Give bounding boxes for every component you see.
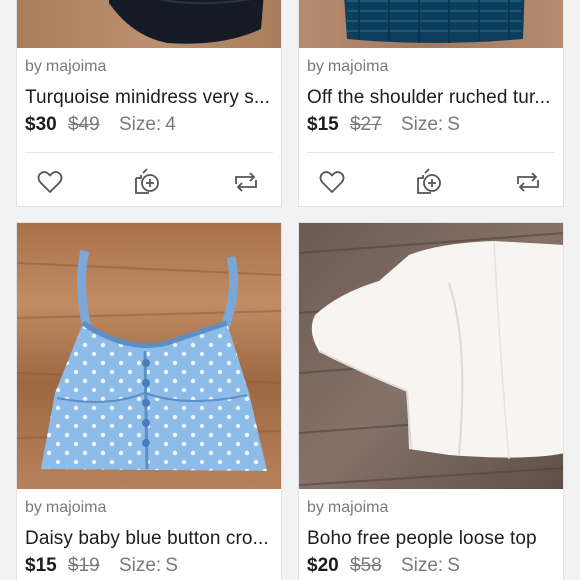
action-bar [299,153,563,206]
heart-outline-icon [37,171,63,193]
size-info: Size: S [119,555,178,576]
share-button[interactable] [231,167,261,197]
like-button[interactable] [317,167,347,197]
listing-card[interactable]: by majoima Turquoise minidress very s... … [16,0,282,207]
seller-name[interactable]: by majoima [25,499,273,519]
seller-username[interactable]: majoima [46,58,106,75]
listing-title[interactable]: Daisy baby blue button cro... [25,528,273,552]
white-loose-top-photo [299,223,563,489]
listing-image[interactable] [299,223,563,489]
listing-image[interactable] [17,223,281,489]
seller-prefix: by [307,58,324,75]
price-row: $30 $49 Size: 4 [25,114,273,140]
share-button[interactable] [513,167,543,197]
seller-name[interactable]: by majoima [25,58,273,78]
original-price: $27 [349,114,382,135]
share-repost-icon [517,172,539,192]
size-label: Size: [118,555,162,576]
bundle-add-icon [135,168,159,194]
listing-card[interactable]: by majoima Off the shoulder ruched tur...… [298,0,564,207]
seller-prefix: by [307,499,324,516]
size-value: S [447,555,460,576]
navy-garment-photo [17,0,281,48]
listing-image[interactable] [17,0,281,48]
listing-image[interactable] [299,0,563,48]
listing-title[interactable]: Turquoise minidress very s... [25,87,273,111]
teal-ruched-top-photo [299,0,563,48]
bundle-button[interactable] [133,167,163,197]
original-price: $49 [67,114,100,135]
price-row: $15 $27 Size: S [307,114,555,140]
price-row: $15 $19 Size: S [25,555,273,580]
seller-username[interactable]: majoima [328,58,388,75]
size-info: Size: S [401,555,460,576]
seller-username[interactable]: majoima [46,499,106,516]
size-info: Size: 4 [119,114,176,135]
heart-outline-icon [319,171,345,193]
size-label: Size: [400,555,444,576]
seller-prefix: by [25,499,42,516]
original-price: $58 [349,555,382,576]
listing-card[interactable]: by majoima Daisy baby blue button cro... … [16,222,282,580]
listing-title[interactable]: Boho free people loose top [307,528,555,552]
seller-username[interactable]: majoima [328,499,388,516]
size-info: Size: S [401,114,460,135]
seller-name[interactable]: by majoima [307,58,555,78]
blue-daisy-crop-top-photo [17,223,281,489]
size-label: Size: [118,114,162,135]
action-bar [17,153,281,206]
size-value: 4 [165,114,176,135]
current-price: $30 [25,114,57,135]
size-value: S [165,555,178,576]
listing-title[interactable]: Off the shoulder ruched tur... [307,87,555,111]
price-row: $20 $58 Size: S [307,555,555,580]
bundle-button[interactable] [415,167,445,197]
current-price: $15 [25,555,57,576]
listing-card[interactable]: by majoima Boho free people loose top $20… [298,222,564,580]
current-price: $20 [307,555,339,576]
seller-name[interactable]: by majoima [307,499,555,519]
seller-prefix: by [25,58,42,75]
size-label: Size: [400,114,444,135]
original-price: $19 [67,555,100,576]
share-repost-icon [235,172,257,192]
bundle-add-icon [417,168,441,194]
size-value: S [447,114,460,135]
current-price: $15 [307,114,339,135]
like-button[interactable] [35,167,65,197]
